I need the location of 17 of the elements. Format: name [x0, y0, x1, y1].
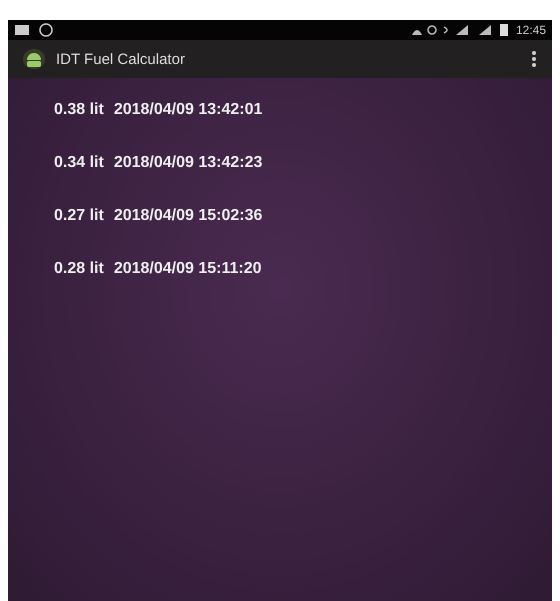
record-timestamp: 2018/04/09 13:42:01 — [114, 101, 262, 119]
fuel-amount: 0.38 lit — [54, 101, 104, 119]
fuel-amount: 0.27 lit — [54, 207, 104, 225]
image-icon — [14, 24, 30, 36]
fuel-record[interactable]: 0.34 lit 2018/04/09 13:42:23 — [54, 153, 262, 173]
fuel-record[interactable]: 0.38 lit 2018/04/09 13:42:01 — [54, 100, 262, 120]
fuel-amount: 0.34 lit — [54, 154, 104, 172]
more-icon[interactable] — [530, 51, 538, 67]
status-time: 12:45 — [516, 23, 546, 37]
fuel-amount: 0.28 lit — [54, 260, 104, 278]
record-timestamp: 2018/04/09 13:42:23 — [114, 154, 262, 172]
fuel-record[interactable]: 0.27 lit 2018/04/09 15:02:36 — [54, 206, 262, 226]
battery-icon — [500, 24, 508, 36]
record-timestamp: 2018/04/09 15:11:20 — [114, 260, 262, 278]
record-timestamp: 2018/04/09 15:02:36 — [114, 207, 262, 225]
fuel-record[interactable]: 0.28 lit 2018/04/09 15:11:20 — [54, 259, 262, 279]
app-title: IDT Fuel Calculator — [56, 50, 185, 68]
